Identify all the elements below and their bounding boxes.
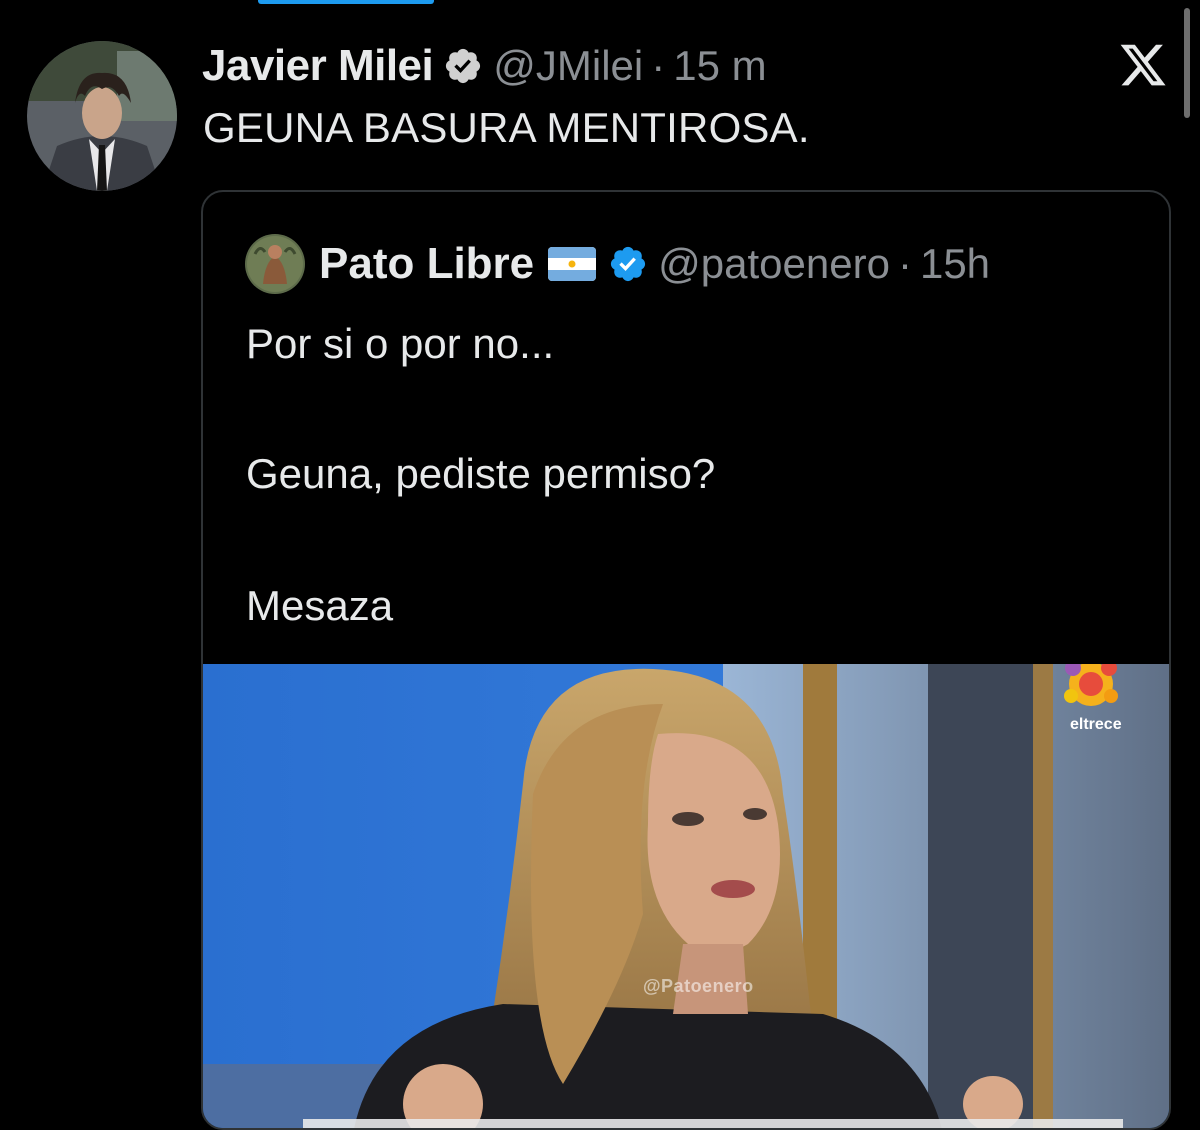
quoted-author-avatar[interactable]	[245, 234, 305, 294]
media-watermark: @Patoenero	[643, 976, 754, 996]
verified-badge-icon	[608, 244, 648, 284]
tweet-timestamp[interactable]: 15 m	[673, 42, 766, 90]
quoted-tweet-line-2: Geuna, pediste permiso?	[246, 450, 716, 497]
quoted-author-name[interactable]: Pato Libre	[319, 239, 534, 289]
quoted-author-handle[interactable]: @patoenero	[658, 240, 890, 288]
scrollbar[interactable]	[1184, 8, 1190, 118]
author-name[interactable]: Javier Milei	[202, 41, 434, 91]
author-avatar[interactable]	[27, 41, 177, 191]
separator-dot: ·	[651, 42, 666, 89]
quoted-tweet-card[interactable]: Pato Libre @patoenero · 15h Por si o por…	[201, 190, 1171, 1130]
separator-dot: ·	[897, 240, 912, 287]
top-tab-indicator	[258, 0, 434, 4]
argentina-flag-icon	[548, 247, 597, 281]
tweet-header: Javier Milei @JMilei · 15 m	[202, 38, 767, 94]
author-handle[interactable]: @JMilei	[493, 42, 643, 90]
tweet-text: GEUNA BASURA MENTIROSA.	[203, 104, 810, 151]
quoted-tweet-timestamp[interactable]: 15h	[920, 240, 990, 288]
channel-logo-label: eltrece	[1070, 716, 1122, 733]
verified-badge-icon	[443, 46, 483, 86]
quoted-tweet-header: Pato Libre @patoenero · 15h	[245, 232, 990, 296]
video-frame-image	[203, 664, 1169, 1128]
quoted-tweet-line-3: Mesaza	[246, 582, 394, 629]
x-logo-icon[interactable]	[1118, 40, 1168, 90]
quoted-tweet-media[interactable]: @Patoenero eltrece	[203, 664, 1169, 1128]
quoted-tweet-line-1: Por si o por no...	[246, 320, 555, 367]
